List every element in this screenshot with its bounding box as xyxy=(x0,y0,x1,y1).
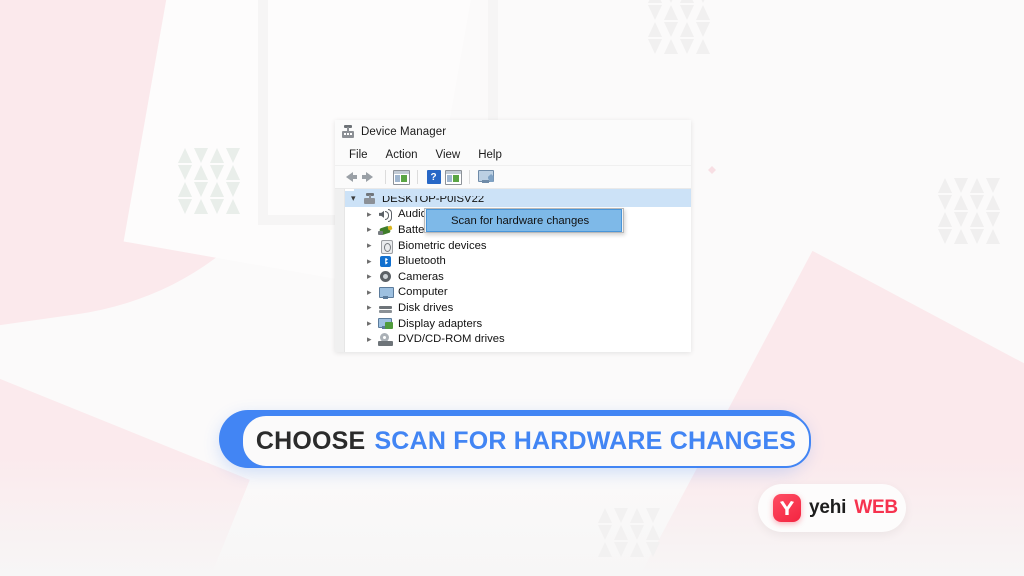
update-driver-icon[interactable] xyxy=(445,169,462,185)
logo-suffix: WEB xyxy=(854,497,898,518)
tree-node-dvd-cdrom-drives[interactable]: ▸ DVD/CD-ROM drives xyxy=(345,331,691,347)
chevron-right-icon[interactable]: ▸ xyxy=(367,287,378,297)
bg-triangle-pattern-left xyxy=(178,148,240,214)
tree-node-biometric-devices[interactable]: ▸ Biometric devices xyxy=(345,238,691,255)
tree-node-label: DVD/CD-ROM drives xyxy=(398,333,505,346)
yehiweb-logo: yehi WEB xyxy=(758,484,906,532)
battery-icon xyxy=(378,223,393,236)
chevron-right-icon[interactable]: ▸ xyxy=(367,272,378,281)
bluetooth-icon xyxy=(378,255,393,268)
display-adapter-icon xyxy=(378,317,393,330)
chevron-right-icon[interactable]: ▸ xyxy=(367,319,378,328)
menu-bar[interactable]: File Action View Help xyxy=(335,144,691,166)
chevron-right-icon[interactable]: ▸ xyxy=(367,209,378,219)
disk-icon xyxy=(378,301,393,314)
window-title: Device Manager xyxy=(361,126,447,138)
tree-node-label: Biometric devices xyxy=(398,239,487,252)
tree-node-display-adapters[interactable]: ▸ Display adapters xyxy=(345,316,691,332)
chevron-right-icon[interactable]: ▸ xyxy=(367,241,378,250)
tree-node-label: Cameras xyxy=(398,270,444,283)
callout-text-accent: SCAN FOR HARDWARE CHANGES xyxy=(374,426,797,455)
callout-text-plain: CHOOSE xyxy=(255,426,366,455)
tree-node-label: Disk drives xyxy=(398,301,454,314)
monitor-icon xyxy=(378,286,394,299)
camera-icon xyxy=(378,270,393,283)
chevron-right-icon[interactable]: ▸ xyxy=(367,303,378,312)
toolbar-separator-2 xyxy=(417,170,418,184)
help-icon[interactable]: ? xyxy=(425,169,442,185)
computer-icon xyxy=(362,192,377,205)
device-manager-icon xyxy=(341,125,355,139)
toolbar-separator-1 xyxy=(385,170,386,184)
title-bar: Device Manager xyxy=(335,120,691,144)
context-menu[interactable]: Scan for hardware changes xyxy=(424,208,624,233)
device-manager-window[interactable]: Device Manager File Action View Help ? ▾… xyxy=(335,120,691,352)
properties-icon[interactable] xyxy=(393,169,410,185)
tree-node-bluetooth[interactable]: ▸ Bluetooth xyxy=(345,253,691,269)
tree-node-label: Computer xyxy=(398,286,448,299)
bg-triangle-pattern-top xyxy=(648,0,710,54)
menu-file[interactable]: File xyxy=(343,147,377,163)
menu-action[interactable]: Action xyxy=(377,147,427,163)
callout-banner: CHOOSE SCAN FOR HARDWARE CHANGES xyxy=(219,410,811,468)
dvd-drive-icon xyxy=(378,332,393,346)
toolbar[interactable]: ? xyxy=(335,166,691,189)
audio-icon xyxy=(378,208,393,222)
menu-help[interactable]: Help xyxy=(469,147,511,163)
tree-node-cameras[interactable]: ▸ Cameras xyxy=(345,269,691,285)
tree-node-label: Display adapters xyxy=(398,317,483,330)
tree-node-disk-drives[interactable]: ▸ Disk drives xyxy=(345,300,691,316)
chevron-right-icon[interactable]: ▸ xyxy=(367,256,378,266)
yehi-bird-icon xyxy=(773,494,801,522)
forward-arrow-icon[interactable] xyxy=(361,169,378,185)
logo-name: yehi xyxy=(809,497,847,518)
back-arrow-icon[interactable] xyxy=(341,169,358,185)
chevron-right-icon[interactable]: ▸ xyxy=(367,225,378,234)
tree-node-label: Audio xyxy=(398,208,427,221)
selection-band xyxy=(354,189,691,196)
bg-triangle-pattern-right xyxy=(938,178,1000,244)
tree-node-label: Bluetooth xyxy=(398,255,446,268)
biometric-icon xyxy=(378,239,393,255)
toolbar-separator-3 xyxy=(469,170,470,184)
scan-hardware-icon[interactable] xyxy=(477,169,494,185)
menu-view[interactable]: View xyxy=(427,147,470,163)
context-menu-item-scan-for-hardware-changes[interactable]: Scan for hardware changes xyxy=(426,209,622,232)
chevron-right-icon[interactable]: ▸ xyxy=(367,334,378,344)
callout-pill: CHOOSE SCAN FOR HARDWARE CHANGES xyxy=(241,414,811,468)
tree-node-computer[interactable]: ▸ Computer xyxy=(345,285,691,301)
bg-triangle-pattern-bottom xyxy=(598,508,660,557)
tree-left-gutter xyxy=(335,189,345,352)
